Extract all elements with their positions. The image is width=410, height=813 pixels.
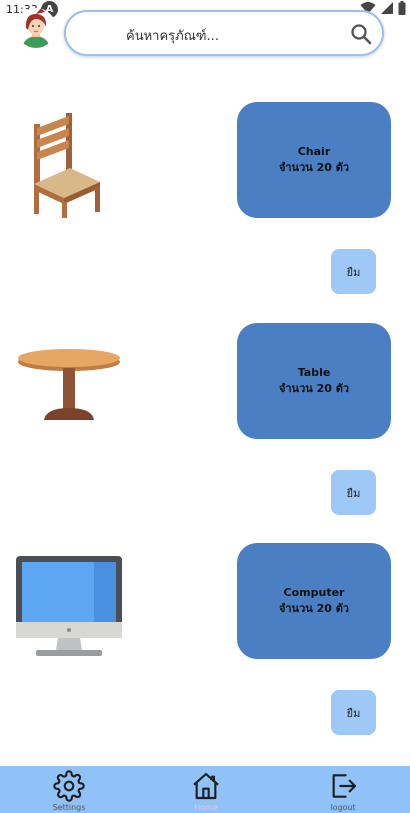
avatar-image [16,8,56,48]
item-quantity: จำนวน 20 ตัว [278,161,350,174]
home-icon [193,772,219,800]
bottom-navigation: Settings Home logout [0,766,410,813]
item-name: Chair [297,145,331,158]
battery-icon [398,1,406,15]
nav-logout[interactable]: logout [308,766,378,813]
item-name: Table [297,366,331,379]
borrow-button-table[interactable]: ยืม [331,470,376,515]
item-card-chair[interactable]: Chair จำนวน 20 ตัว [237,102,391,218]
nav-label-logout: logout [330,803,356,812]
computer-image [16,556,122,656]
search-icon[interactable] [350,23,372,45]
nav-label-settings: Settings [52,803,86,812]
borrow-button-computer[interactable]: ยืม [331,690,376,735]
item-name: Computer [283,586,345,599]
gear-icon [53,770,85,802]
chair-image [34,113,100,218]
search-input[interactable] [124,24,348,48]
nav-settings[interactable]: Settings [34,766,104,813]
item-card-computer[interactable]: Computer จำนวน 20 ตัว [237,543,391,659]
item-quantity: จำนวน 20 ตัว [278,382,350,395]
avatar[interactable] [16,8,56,48]
borrow-button-chair[interactable]: ยืม [331,249,376,294]
table-image [18,349,120,420]
logout-icon [332,774,357,798]
search-bar[interactable] [64,10,384,56]
item-quantity: จำนวน 20 ตัว [278,602,350,615]
nav-label-home: Home [194,803,218,812]
signal-icon [381,2,393,14]
nav-home[interactable]: Home [171,766,241,813]
item-card-table[interactable]: Table จำนวน 20 ตัว [237,323,391,439]
